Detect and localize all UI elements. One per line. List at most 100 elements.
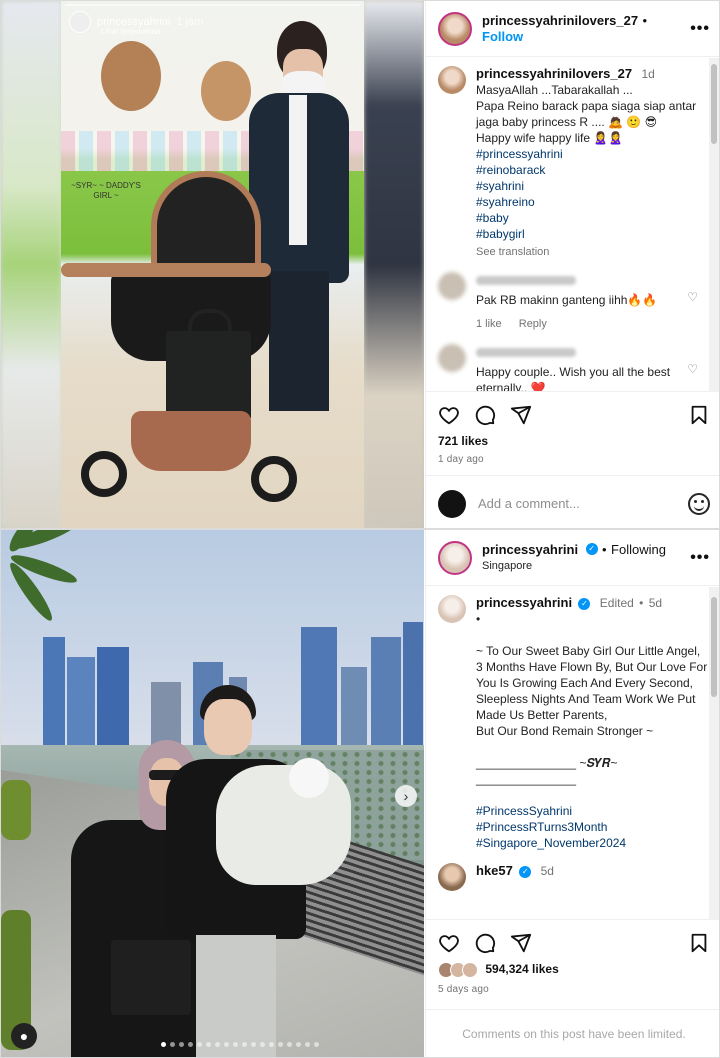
skyline-building [97,647,129,747]
hashtag-link[interactable]: #princessyahrini [476,146,710,162]
location-link[interactable]: Singapore [482,558,690,574]
reply-button[interactable]: Reply [519,318,547,330]
add-comment-bar: Add a comment... [426,475,719,528]
comment-icon[interactable] [474,932,496,954]
following-button[interactable]: Following [611,542,666,557]
comment-icon[interactable] [474,404,496,426]
post-1-actions: 721 likes 1 day ago [426,391,719,477]
post-date[interactable]: 5 days ago [438,984,710,995]
caption-line: _______________ [476,772,577,786]
caption-line: Sleepless Nights And Team Work We Put Ma… [476,692,696,722]
caption-line: But Our Bond Remain Stronger ~ [476,724,654,738]
stroller-wheel [81,451,127,497]
baby-face-sticker [289,758,329,798]
post-1-comments: princessyahrinilovers_27 1d MasyaAllah .… [426,58,719,391]
skyline-building [371,637,401,747]
post-2-media[interactable]: › ● [1,530,424,1057]
caption-line: Papa Reino barack papa siaga siap antar … [476,99,697,129]
hashtag-link[interactable]: #babygirl [476,226,710,242]
story-screenshot: princessyahrini 1 jam Lihat terjemahan ~… [61,1,364,528]
skyline-building [341,667,367,747]
caption-line: ~ To Our Sweet Baby Girl Our Little Ange… [476,644,701,658]
post-1-header: princessyahrinilovers_27 • Follow ••• [426,1,719,57]
hashtag-link[interactable]: #PrincessRTurns3Month [476,819,710,835]
bookmark-icon[interactable] [688,404,710,426]
story-translate-link: Lihat terjemahan [101,27,161,36]
hashtag-link[interactable]: #syahreino [476,194,710,210]
skyline-building [403,622,423,747]
stroller-handle [61,263,271,277]
like-count[interactable]: 594,324 likes [485,962,558,976]
post-2-actions: 594,324 likes 5 days ago [426,919,719,1009]
commenter-avatar[interactable] [438,863,466,891]
like-count[interactable]: 721 likes [438,434,710,448]
caption-avatar[interactable] [438,595,466,623]
skyline-building [67,657,95,747]
caption: princessyahrinilovers_27 1d MasyaAllah .… [438,66,710,260]
story-blur-right [364,1,424,528]
comment-item: hke57 ✓ 5d [438,863,710,891]
commenter-name-blurred [476,276,576,286]
hashtag-link[interactable]: #Singapore_November2024 [476,835,710,851]
emoji-icon[interactable] [688,492,710,515]
hashtag-link[interactable]: #PrincessSyahrini [476,803,710,819]
post-date[interactable]: 1 day ago [438,454,710,465]
more-icon[interactable]: ••• [690,20,710,38]
caption-username[interactable]: princessyahrini [476,595,572,610]
caption-time: 5d [648,596,663,610]
verified-icon: ✓ [519,865,532,878]
commenter-avatar[interactable] [438,344,466,372]
caption: princessyahrini ✓ Edited • 5d • ~ To Our… [438,595,710,851]
author-username[interactable]: princessyahrini [482,542,578,557]
comment-text: Happy couple.. Wish you all the best ete… [476,365,671,391]
hedge [1,780,31,840]
comments-scrollbar[interactable] [709,58,719,391]
add-comment-input[interactable]: Add a comment... [478,496,688,511]
comment-time: 5d [540,864,554,878]
post-2: › ● princessyahrini ✓ • Following Singap… [0,529,720,1058]
follow-button[interactable]: Follow [482,29,523,44]
author-username[interactable]: princessyahrinilovers_27 [482,13,638,28]
comment-heart-icon[interactable]: ♡ [687,362,698,376]
caption-line: MasyaAllah ...Tabarakallah ... [476,83,633,97]
commenter-avatar[interactable] [438,272,466,300]
separator-dot: • [602,541,607,557]
caption-line: • [476,612,481,626]
carousel-dots [161,1042,319,1047]
separator-dot: • [642,12,648,28]
comment-like-count[interactable]: 1 like [476,318,502,330]
comments-scrollbar[interactable] [709,587,719,919]
hashtag-link[interactable]: #syahrini [476,178,710,194]
bookmark-icon[interactable] [688,932,710,954]
more-icon[interactable]: ••• [690,549,710,567]
caption-line: _______________ ~𝑺𝒀𝑹~ [476,756,618,770]
separator-dot: • [639,596,644,610]
verified-icon: ✓ [585,543,598,556]
caption-avatar[interactable] [438,66,466,94]
current-user-avatar [438,489,466,518]
chevron-right-icon[interactable]: › [395,785,417,807]
share-icon[interactable] [510,404,532,426]
liked-by-avatars[interactable] [438,962,478,978]
hashtag-link[interactable]: #reinobarack [476,162,710,178]
stroller-hood [151,171,261,271]
share-icon[interactable] [510,932,532,954]
hashtag-link[interactable]: #baby [476,210,710,226]
user-tag-icon[interactable]: ● [11,1023,37,1049]
post-2-header: princessyahrini ✓ • Following Singapore … [426,530,719,586]
caption-line: Happy wife happy life 🙎‍♀️🙎‍♀️ [476,131,624,145]
caption-username[interactable]: princessyahrinilovers_27 [476,66,632,81]
heart-icon[interactable] [438,404,460,426]
post-2-comments: princessyahrini ✓ Edited • 5d • ~ To Our… [426,587,719,919]
caption-time: 1d [641,67,655,81]
author-avatar[interactable] [438,11,472,46]
post-1-media[interactable]: princessyahrini 1 jam Lihat terjemahan ~… [1,1,424,528]
author-avatar[interactable] [438,540,472,575]
stroller-seat [131,411,251,471]
see-translation-link[interactable]: See translation [476,244,710,260]
comment-item: Pak RB makinn ganteng iihh🔥🔥 1 like Repl… [438,272,710,332]
comment-heart-icon[interactable]: ♡ [687,290,698,304]
heart-icon[interactable] [438,932,460,954]
commenter-username[interactable]: hke57 [476,863,513,878]
commenter-name-blurred [476,348,576,358]
